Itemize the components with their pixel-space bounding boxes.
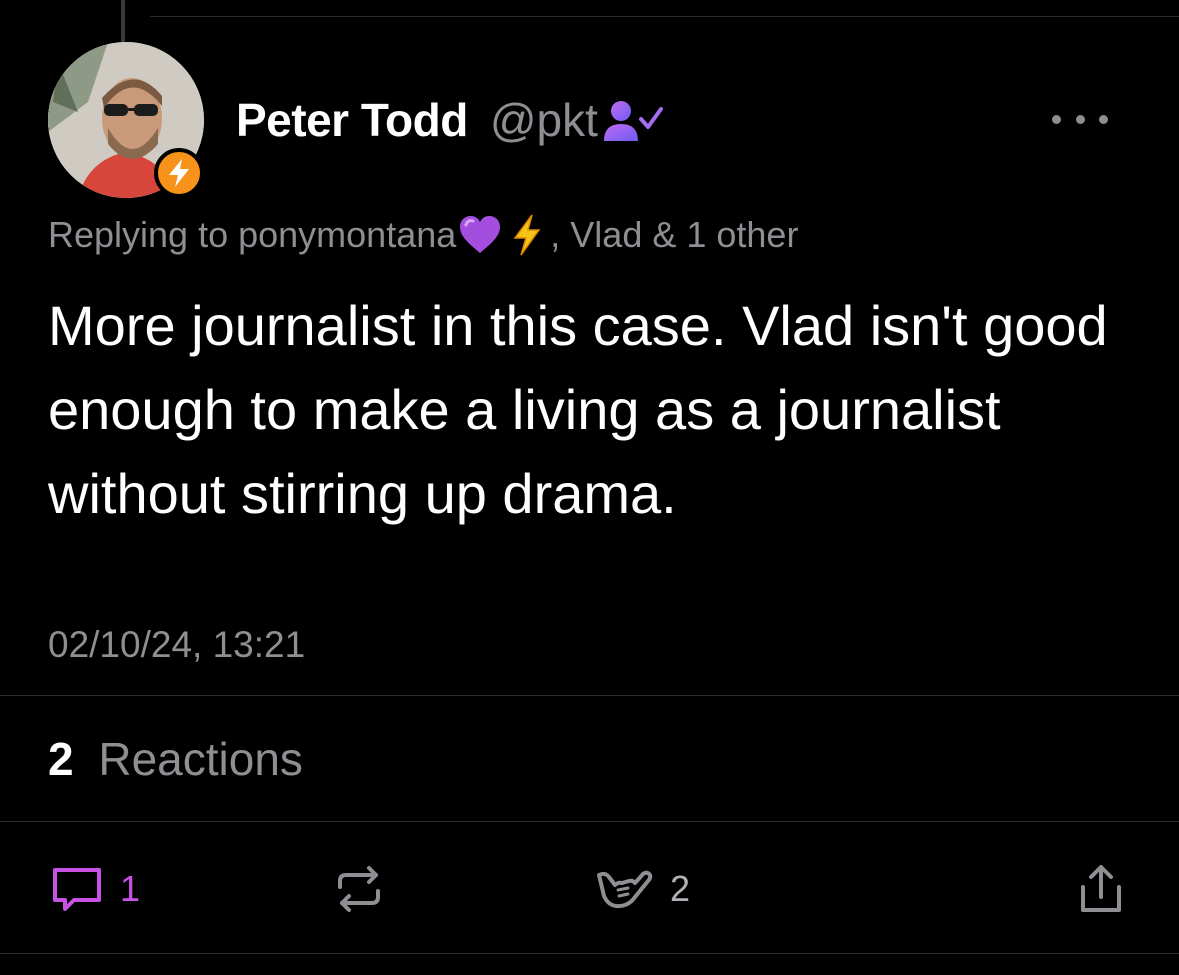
reply-suffix: , Vlad & 1 other	[550, 214, 799, 255]
more-dot-icon	[1075, 114, 1085, 124]
more-dot-icon	[1099, 114, 1108, 124]
divider	[0, 821, 1179, 822]
zap-badge	[154, 148, 204, 198]
reply-target-name[interactable]: ponymontana	[238, 214, 456, 256]
lightning-bolt-icon	[169, 159, 189, 187]
purple-heart-icon	[458, 215, 502, 255]
zap-count: 2	[670, 868, 691, 909]
repost-icon	[338, 866, 380, 912]
divider	[0, 953, 1179, 954]
reply-icon	[53, 868, 101, 911]
high-voltage-icon	[512, 214, 542, 256]
reply-count: 1	[120, 868, 141, 909]
reply-button[interactable]: 1	[50, 858, 140, 920]
top-divider	[150, 16, 1179, 17]
share-button[interactable]	[1076, 858, 1126, 920]
author-display-name[interactable]: Peter Todd	[236, 93, 468, 147]
reactions-summary[interactable]: 2 Reactions	[48, 732, 303, 786]
author-row: Peter Todd @pkt	[236, 92, 664, 148]
reply-context: Replying to ponymontana , Vlad & 1 other	[48, 212, 798, 258]
repost-button[interactable]	[334, 858, 384, 920]
divider	[0, 695, 1179, 696]
thread-connector-line	[121, 0, 125, 42]
post-timestamp: 02/10/24, 13:21	[48, 624, 306, 665]
more-dot-icon	[1052, 114, 1061, 124]
more-options-button[interactable]	[1052, 108, 1108, 130]
reactions-label: Reactions	[98, 733, 303, 785]
share-icon	[1081, 865, 1121, 912]
zap-button[interactable]: 2	[596, 858, 690, 920]
action-bar: 1 2	[0, 858, 1179, 920]
user-check-icon	[602, 97, 664, 143]
post-body: More journalist in this case. Vlad isn't…	[48, 294, 1108, 525]
shaka-hand-icon	[597, 870, 653, 909]
author-handle[interactable]: @pkt	[490, 93, 598, 147]
reactions-count: 2	[48, 733, 74, 785]
reply-prefix: Replying to	[48, 214, 239, 255]
